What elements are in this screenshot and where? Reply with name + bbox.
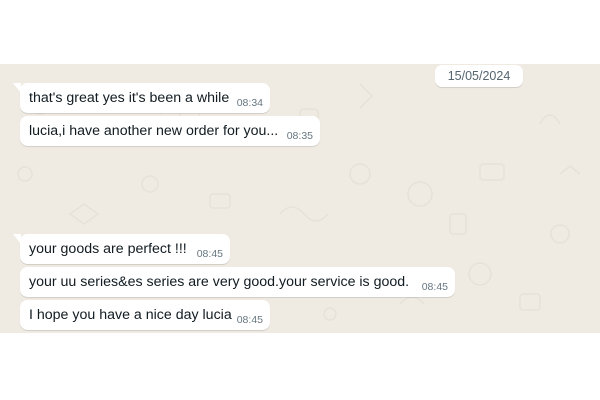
message-timestamp: 08:34 [236,97,263,109]
top-blank-area [0,0,600,64]
message-text: I hope you have a nice day lucia [29,307,232,323]
message-timestamp: 08:35 [286,130,313,142]
message-text: your goods are perfect !!! [29,241,187,257]
message-timestamp: 08:45 [421,281,448,293]
incoming-message-bubble[interactable]: that's great yes it's been a while 08:34 [13,83,270,113]
incoming-message-bubble[interactable]: your uu series&es series are very good.y… [20,267,455,297]
message-text: your uu series&es series are very good.y… [29,274,410,290]
incoming-message-bubble[interactable]: lucia,i have another new order for you..… [20,116,320,146]
message-timestamp: 08:45 [236,314,263,326]
incoming-message-bubble[interactable]: I hope you have a nice day lucia 08:45 [20,300,270,330]
message-timestamp: 08:45 [196,248,223,260]
bottom-blank-area [0,333,600,400]
message-text: lucia,i have another new order for you..… [29,123,279,139]
message-text: that's great yes it's been a while [29,90,230,106]
date-chip: 15/05/2024 [435,65,523,87]
incoming-message-bubble[interactable]: your goods are perfect !!! 08:45 [13,234,230,264]
